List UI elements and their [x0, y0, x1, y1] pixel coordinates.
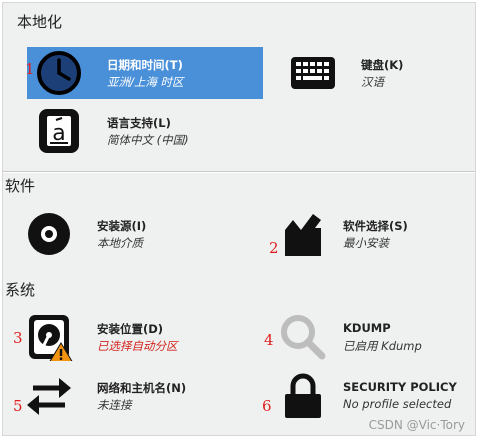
section-divider-highlight	[3, 172, 475, 173]
spoke-software-selection[interactable]: 软件选择(S) 最小安装	[257, 208, 467, 260]
magnifier-icon	[281, 315, 326, 360]
section-software-title: 软件	[5, 177, 36, 195]
spoke-destination-title: 安装位置(D)	[97, 322, 164, 336]
spoke-keyboard-status: 汉语	[361, 75, 384, 89]
spoke-datetime-status: 亚洲/上海 时区	[107, 75, 184, 89]
marker-6: 6	[262, 397, 272, 415]
spoke-keyboard[interactable]: 键盘(K) 汉语	[281, 47, 461, 99]
harddisk-warning-icon	[29, 315, 73, 361]
spoke-source-status: 本地介质	[97, 236, 143, 250]
spoke-kdump-status: 已启用 Kdump	[343, 339, 422, 353]
marker-1: 1	[25, 60, 35, 78]
spoke-network-hostname[interactable]: 网络和主机名(N) 未连接	[17, 370, 257, 422]
spoke-language[interactable]: a 语言支持(L) 简体中文 (中国)	[27, 105, 263, 157]
spoke-security-title: SECURITY POLICY	[343, 380, 457, 394]
marker-4: 4	[264, 331, 274, 349]
package-icon	[285, 214, 321, 256]
spoke-source-title: 安装源(I)	[97, 219, 147, 233]
spoke-software-title: 软件选择(S)	[343, 219, 408, 233]
marker-3: 3	[13, 329, 23, 347]
marker-2: 2	[269, 239, 279, 257]
summary-panel: 本地化 日期和时间(T) 亚洲/上海 时区 键盘(K) 汉语 a 语言支持(L)…	[2, 2, 476, 436]
section-localization-title: 本地化	[17, 13, 63, 31]
spoke-keyboard-title: 键盘(K)	[361, 58, 404, 72]
keyboard-icon	[291, 57, 335, 89]
spoke-kdump-title: KDUMP	[343, 321, 391, 335]
disc-icon	[28, 213, 70, 255]
spoke-language-status: 简体中文 (中国)	[107, 133, 189, 147]
spoke-datetime[interactable]: 日期和时间(T) 亚洲/上海 时区	[27, 47, 263, 99]
watermark: CSDN @Vic·Tory	[368, 418, 465, 432]
lock-icon	[285, 373, 321, 418]
spoke-language-title: 语言支持(L)	[107, 116, 171, 130]
clock-icon	[37, 51, 81, 95]
spoke-security-status: No profile selected	[343, 397, 452, 411]
spoke-installation-destination[interactable]: 安装位置(D) 已选择自动分区	[17, 311, 257, 363]
spoke-destination-status: 已选择自动分区	[97, 339, 178, 353]
spoke-network-title: 网络和主机名(N)	[97, 381, 187, 395]
spoke-datetime-title: 日期和时间(T)	[107, 58, 183, 72]
marker-5: 5	[13, 397, 23, 415]
spoke-security-policy[interactable]: SECURITY POLICY No profile selected	[257, 370, 467, 422]
spoke-kdump[interactable]: KDUMP 已启用 Kdump	[257, 311, 467, 363]
spoke-network-status: 未连接	[97, 398, 132, 412]
installation-summary: 本地化 日期和时间(T) 亚洲/上海 时区 键盘(K) 汉语 a 语言支持(L)…	[0, 0, 477, 438]
section-system-title: 系统	[5, 281, 36, 299]
spoke-installation-source[interactable]: 安装源(I) 本地介质	[17, 208, 257, 260]
spoke-software-status: 最小安装	[343, 236, 389, 250]
language-icon: a	[39, 109, 79, 153]
network-arrows-icon	[27, 378, 71, 415]
